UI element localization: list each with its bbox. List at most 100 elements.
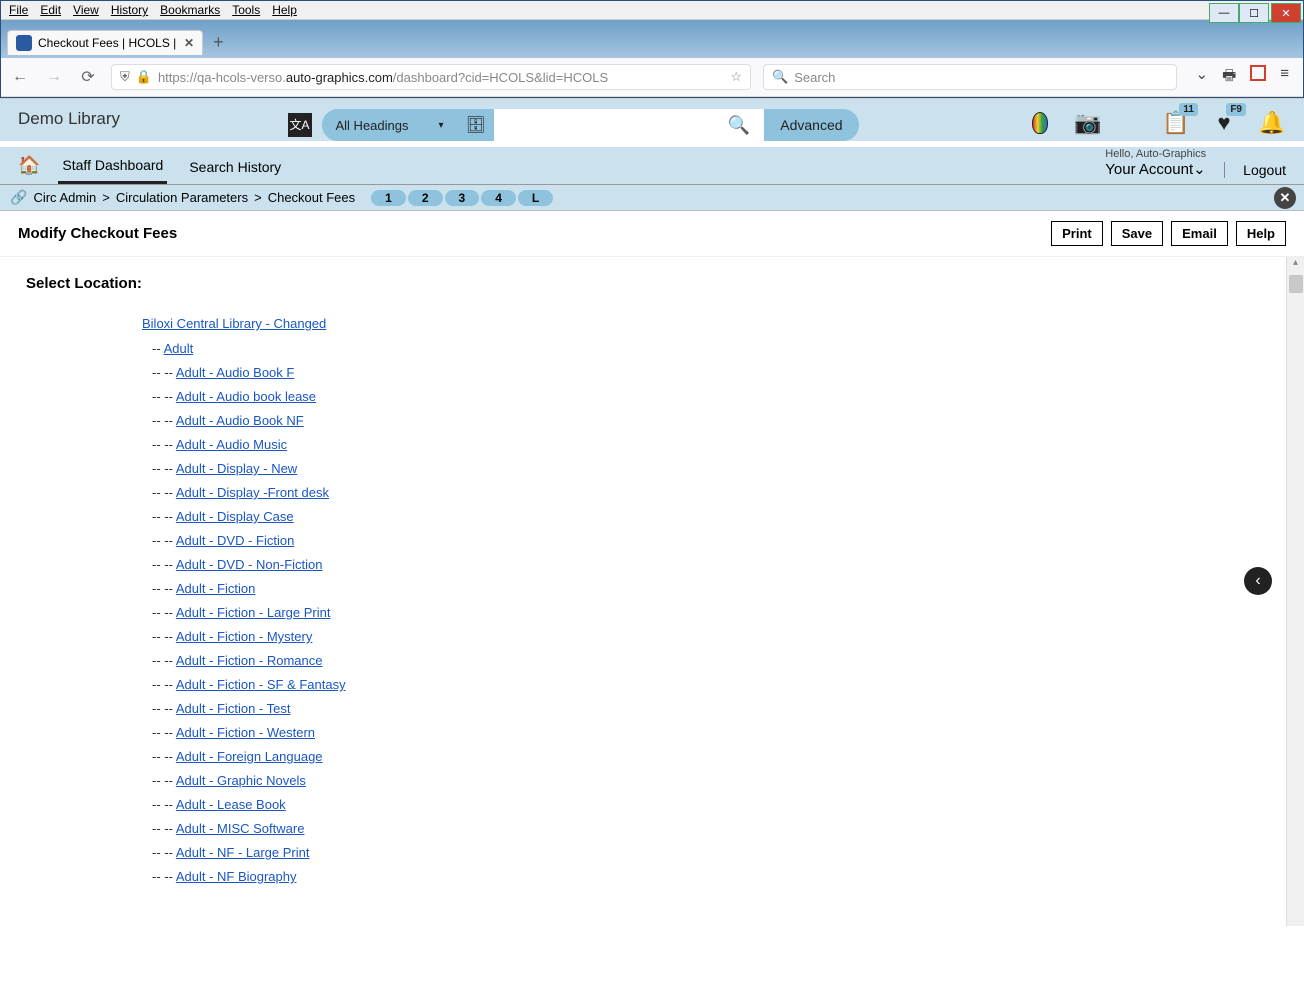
location-link[interactable]: Adult - Audio Book F (176, 365, 295, 380)
translate-icon[interactable]: 文A (288, 113, 312, 137)
list-icon[interactable]: 📋11 (1162, 109, 1190, 137)
new-tab-button[interactable]: + (213, 32, 224, 53)
location-link[interactable]: Adult - Fiction - Mystery (176, 629, 313, 644)
scroll-up-arrow[interactable]: ▴ (1287, 257, 1304, 275)
nav-back-button[interactable]: ← (9, 66, 31, 88)
location-sub-sub-item: Adult - Lease Book (152, 797, 1278, 812)
location-sub-sub-item: Adult - Audio Music (152, 437, 1278, 452)
step-3[interactable]: 3 (445, 190, 480, 206)
location-sub-sub-item: Adult - Audio Book F (152, 365, 1278, 380)
location-link[interactable]: Adult - Audio Book NF (176, 413, 304, 428)
location-link[interactable]: Adult - DVD - Fiction (176, 533, 294, 548)
nav-forward-button[interactable]: → (43, 66, 65, 88)
step-indicator: 1 2 3 4 L (371, 190, 553, 206)
page-title: Modify Checkout Fees (18, 225, 177, 242)
location-link[interactable]: Adult - MISC Software (176, 821, 305, 836)
location-link[interactable]: Adult - NF Biography (176, 869, 297, 884)
location-link[interactable]: Adult - Display -Front desk (176, 485, 329, 500)
menu-history[interactable]: History (111, 3, 148, 17)
vertical-scrollbar[interactable]: ▴ (1286, 257, 1304, 926)
step-l[interactable]: L (518, 190, 553, 206)
location-link[interactable]: Adult - Display Case (176, 509, 294, 524)
menu-view[interactable]: View (73, 3, 99, 17)
catalog-search: All Headings▾ 🗄 🔍 Advanced (322, 109, 859, 141)
step-1[interactable]: 1 (371, 190, 406, 206)
location-link[interactable]: Adult - DVD - Non-Fiction (176, 557, 323, 572)
location-sub-sub-item: Adult - MISC Software (152, 821, 1278, 836)
location-link[interactable]: Adult - Fiction (176, 581, 255, 596)
breadcrumb-item[interactable]: Circ Admin (33, 190, 96, 205)
search-type-dropdown[interactable]: All Headings▾ (322, 110, 458, 141)
scroll-thumb[interactable] (1289, 275, 1303, 293)
chevron-down-icon: ▾ (439, 120, 444, 131)
location-sub-sub-item: Adult - Audio book lease (152, 389, 1278, 404)
breadcrumb-item[interactable]: Circulation Parameters (116, 190, 248, 205)
location-link[interactable]: Adult - Graphic Novels (176, 773, 306, 788)
step-4[interactable]: 4 (481, 190, 516, 206)
location-link[interactable]: Adult - Foreign Language (176, 749, 323, 764)
menu-help[interactable]: Help (272, 3, 297, 17)
location-link[interactable]: Adult - NF - Large Print (176, 845, 310, 860)
collapse-chevron-button[interactable]: ‹ (1244, 567, 1272, 595)
nav-reload-button[interactable]: ⟳ (77, 66, 99, 88)
logout-link[interactable]: Logout (1224, 162, 1286, 178)
location-link[interactable]: Adult - Lease Book (176, 797, 286, 812)
location-sub-sub-item: Adult - DVD - Non-Fiction (152, 557, 1278, 572)
your-account-link[interactable]: Your Account (1105, 161, 1193, 178)
location-sub-sub-item: Adult - Display -Front desk (152, 485, 1278, 500)
hamburger-menu-icon[interactable]: ≡ (1280, 65, 1289, 90)
nav-search-history[interactable]: Search History (185, 149, 285, 183)
location-link[interactable]: Adult - Fiction - Western (176, 725, 315, 740)
location-link[interactable]: Adult - Fiction - Large Print (176, 605, 331, 620)
catalog-search-input[interactable] (494, 109, 714, 141)
window-minimize-button[interactable]: — (1209, 3, 1239, 23)
email-button[interactable]: Email (1171, 221, 1228, 246)
breadcrumb-item[interactable]: Checkout Fees (268, 190, 355, 205)
close-panel-button[interactable]: ✕ (1274, 187, 1296, 209)
notification-bell-icon[interactable]: 🔔 (1258, 109, 1286, 137)
location-sub-sub-item: Adult - Display - New (152, 461, 1278, 476)
url-input[interactable]: ⛨ 🔒 https://qa-hcols-verso.auto-graphics… (111, 64, 751, 90)
favorite-heart-icon[interactable]: ♥F9 (1210, 109, 1238, 137)
nav-staff-dashboard[interactable]: Staff Dashboard (58, 147, 167, 184)
menu-tools[interactable]: Tools (232, 3, 260, 17)
step-2[interactable]: 2 (408, 190, 443, 206)
location-link[interactable]: Adult (164, 341, 194, 356)
home-icon[interactable]: 🏠 (18, 155, 40, 176)
location-sub-sub-item: Adult - NF - Large Print (152, 845, 1278, 860)
location-link[interactable]: Adult - Audio book lease (176, 389, 316, 404)
browser-tab[interactable]: Checkout Fees | HCOLS | hcols | ✕ (7, 30, 203, 55)
advanced-search-button[interactable]: Advanced (764, 109, 858, 141)
menu-edit[interactable]: Edit (40, 3, 61, 17)
print-icon[interactable]: 🖶 (1222, 65, 1236, 90)
url-text: https://qa-hcols-verso.auto-graphics.com… (158, 70, 724, 85)
location-link[interactable]: Adult - Fiction - SF & Fantasy (176, 677, 346, 692)
print-button[interactable]: Print (1051, 221, 1103, 246)
menu-bookmarks[interactable]: Bookmarks (160, 3, 220, 17)
location-link[interactable]: Adult - Fiction - Romance (176, 653, 323, 668)
bookmark-star-icon[interactable]: ☆ (730, 69, 742, 85)
tab-close-icon[interactable]: ✕ (184, 36, 194, 50)
balloon-icon[interactable] (1026, 109, 1054, 137)
location-link[interactable]: Adult - Audio Music (176, 437, 287, 452)
window-close-button[interactable]: ✕ (1271, 3, 1301, 23)
extension-icon[interactable] (1250, 65, 1266, 81)
pocket-icon[interactable]: ⌄ (1195, 65, 1208, 90)
account-block[interactable]: Hello, Auto-Graphics Your Account⌄ (1105, 148, 1206, 178)
browser-search-input[interactable]: 🔍 Search (763, 64, 1177, 90)
tracking-shield-icon[interactable]: ⛨ (120, 69, 130, 85)
save-button[interactable]: Save (1111, 221, 1163, 246)
location-link[interactable]: Adult - Display - New (176, 461, 297, 476)
browser-menubar[interactable]: File Edit View History Bookmarks Tools H… (1, 1, 1303, 20)
location-root-link[interactable]: Biloxi Central Library - Changed (142, 316, 1278, 331)
location-sub-sub-item: Adult - Audio Book NF (152, 413, 1278, 428)
window-maximize-button[interactable]: ☐ (1239, 3, 1269, 23)
catalog-search-button[interactable]: 🔍 (714, 109, 764, 141)
help-button[interactable]: Help (1236, 221, 1286, 246)
camera-money-icon[interactable]: 📷 (1074, 109, 1102, 137)
lock-icon[interactable]: 🔒 (136, 69, 152, 85)
location-link[interactable]: Adult - Fiction - Test (176, 701, 291, 716)
app-header: Demo Library 文A All Headings▾ 🗄 🔍 Advanc… (0, 99, 1304, 141)
menu-file[interactable]: File (9, 3, 28, 17)
database-icon[interactable]: 🗄 (458, 115, 494, 135)
